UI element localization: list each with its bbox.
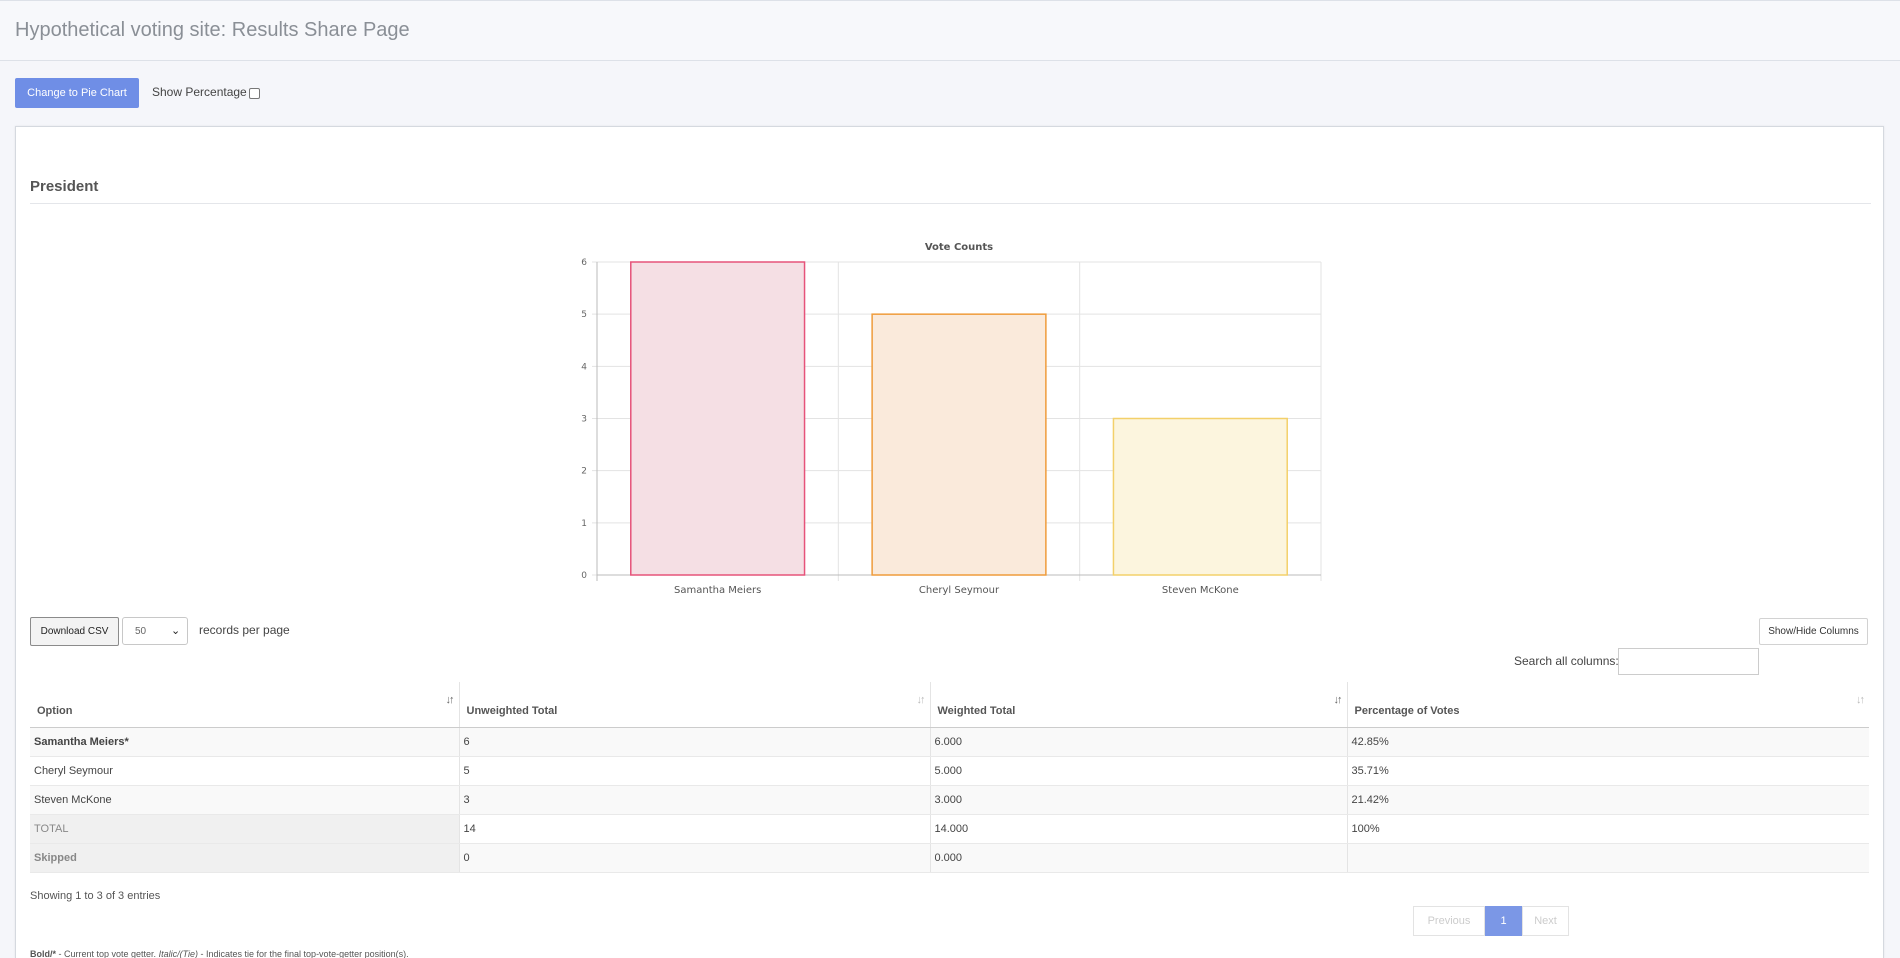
skipped-weighted: 0.000 [929, 842, 1347, 873]
show-percentage-checkbox[interactable] [249, 88, 260, 99]
table-row: Steven McKone 3 3.000 21.42% [30, 785, 1869, 815]
cell-option: Samantha Meiers* [30, 727, 459, 757]
column-label: Weighted Total [937, 705, 1016, 718]
site-title: Hypothetical voting site: Results Share … [15, 19, 410, 41]
y-tick-label: 1 [581, 519, 587, 529]
y-tick-label: 4 [581, 362, 587, 372]
cell-percentage: 42.85% [1346, 727, 1869, 757]
y-tick-label: 3 [581, 415, 587, 425]
search-input[interactable] [1618, 648, 1759, 675]
y-tick-label: 0 [581, 571, 587, 581]
x-tick-label: Steven McKone [1162, 585, 1239, 596]
legend-footnote: Bold/* - Current top vote getter. Italic… [30, 949, 409, 958]
sort-icon: ↓↑ [1856, 694, 1865, 706]
x-tick-label: Samantha Meiers [674, 585, 761, 596]
show-percentage-label: Show Percentage [152, 85, 247, 99]
skipped-row: Skipped 0 0.000 [30, 842, 1869, 873]
sort-icon: ↓↑ [916, 694, 926, 706]
cell-weighted: 5.000 [929, 756, 1347, 786]
column-header-percentage[interactable]: Percentage of Votes ↓↑ [1346, 682, 1869, 728]
table-row: Samantha Meiers* 6 6.000 42.85% [30, 727, 1869, 757]
x-tick-label: Cheryl Seymour [919, 585, 1000, 596]
cell-option: Cheryl Seymour [30, 756, 459, 786]
results-table: Option ↓↑ Unweighted Total ↓↑ Weighted Tot… [30, 682, 1869, 873]
column-header-weighted[interactable]: Weighted Total ↓↑ [929, 682, 1347, 728]
column-label: Unweighted Total [466, 705, 558, 718]
cell-unweighted: 5 [458, 756, 930, 786]
skipped-unweighted: 0 [458, 842, 930, 873]
total-percentage: 100% [1346, 814, 1869, 844]
table-row: Cheryl Seymour 5 5.000 35.71% [30, 756, 1869, 786]
total-label: TOTAL [30, 814, 459, 844]
cell-unweighted: 6 [458, 727, 930, 757]
vote-count-chart: Vote Counts 0 1 2 3 4 5 6 Samantha Meiers Cheryl … [581, 242, 1322, 596]
skipped-percentage [1346, 842, 1869, 873]
records-per-page-label: records per page [199, 623, 290, 637]
table-header-row: Option ↓↑ Unweighted Total ↓↑ Weighted Tot… [30, 682, 1869, 728]
previous-page-button[interactable]: Previous [1413, 906, 1485, 936]
change-to-pie-chart-button[interactable]: Change to Pie Chart [15, 78, 139, 108]
top-header: Hypothetical voting site: Results Share … [0, 0, 1900, 61]
page-size-select[interactable]: 50 ⌄ [122, 617, 188, 645]
italic-key: Italic/(Tie) [158, 949, 198, 958]
cell-weighted: 6.000 [929, 727, 1347, 757]
total-unweighted: 14 [458, 814, 930, 844]
column-label: Percentage of Votes [1354, 705, 1460, 718]
y-tick-label: 6 [581, 258, 587, 268]
page-1-button[interactable]: 1 [1485, 906, 1522, 936]
y-tick-label: 2 [581, 467, 587, 477]
column-header-unweighted[interactable]: Unweighted Total ↓↑ [458, 682, 930, 728]
page-size-value: 50 [135, 626, 147, 637]
bold-description: - Current top vote getter. [56, 949, 159, 958]
bar-samantha-meiers [630, 261, 806, 576]
chart-title: Vote Counts [925, 242, 993, 253]
bar-steven-mckone [1112, 417, 1288, 576]
cell-percentage: 35.71% [1346, 756, 1869, 786]
column-label: Option [37, 705, 73, 718]
total-row: TOTAL 14 14.000 100% [30, 814, 1869, 844]
sort-desc-icon: ↓↑ [1333, 694, 1343, 706]
y-tick-label: 5 [581, 310, 587, 320]
next-page-button[interactable]: Next [1522, 906, 1569, 936]
entries-info: Showing 1 to 3 of 3 entries [30, 890, 161, 902]
cell-weighted: 3.000 [929, 785, 1347, 815]
skipped-label: Skipped [30, 842, 459, 873]
download-csv-button[interactable]: Download CSV [30, 617, 119, 646]
column-header-option[interactable]: Option ↓↑ [30, 682, 459, 728]
cell-option: Steven McKone [30, 785, 459, 815]
bar-cheryl-seymour [871, 313, 1047, 576]
search-label: Search all columns: [1514, 654, 1619, 668]
cell-percentage: 21.42% [1346, 785, 1869, 815]
total-weighted: 14.000 [929, 814, 1347, 844]
results-card: President Vote Counts 0 1 2 3 4 5 6 Samantha Mei… [15, 126, 1884, 958]
show-hide-columns-button[interactable]: Show/Hide Columns [1759, 618, 1868, 645]
cell-unweighted: 3 [458, 785, 930, 815]
sort-asc-icon: ↓↑ [445, 694, 455, 706]
italic-description: - Indicates tie for the final top-vote-g… [198, 949, 409, 958]
chevron-down-icon: ⌄ [171, 625, 181, 637]
bold-key: Bold/* [30, 949, 56, 958]
